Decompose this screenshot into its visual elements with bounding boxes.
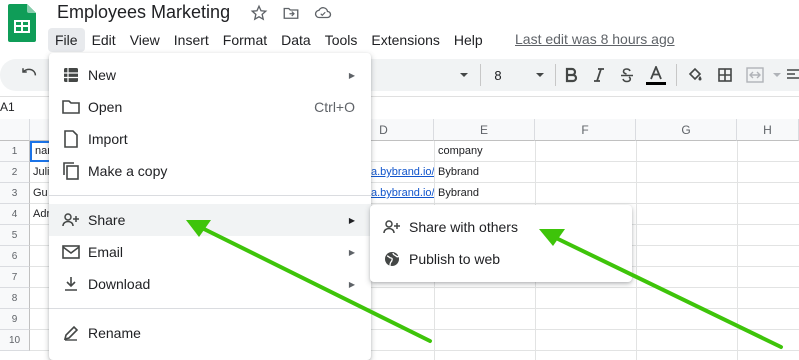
font-dropdown-chevron-icon[interactable] <box>456 63 472 87</box>
cell-d3[interactable]: a.bybrand.io/i <box>371 183 434 204</box>
file-menu: New ▶ Open Ctrl+O Import Make a copy Sha… <box>49 53 371 360</box>
row-header[interactable]: 5 <box>0 225 30 246</box>
menu-separator <box>49 308 371 309</box>
menu-format[interactable]: Format <box>216 28 274 52</box>
cell-a2[interactable]: Juli <box>30 162 49 183</box>
menu-view[interactable]: View <box>123 28 167 52</box>
undo-icon[interactable] <box>18 63 40 87</box>
column-header-e[interactable]: E <box>434 119 535 141</box>
new-spreadsheet-icon <box>62 66 80 84</box>
menu-item-label: Email <box>88 244 124 260</box>
cell-a3[interactable]: Gu <box>30 183 49 204</box>
share-submenu: Share with others Publish to web <box>370 205 632 282</box>
download-icon <box>62 275 80 293</box>
toolbar-divider <box>555 64 556 86</box>
menu-item-make-copy[interactable]: Make a copy <box>49 155 371 187</box>
email-icon <box>62 243 80 261</box>
move-folder-icon[interactable] <box>282 4 300 22</box>
name-box[interactable]: A1 <box>0 100 15 114</box>
menu-item-shortcut: Ctrl+O <box>314 99 355 115</box>
submenu-item-share-with-others[interactable]: Share with others <box>370 211 632 243</box>
menu-help[interactable]: Help <box>447 28 490 52</box>
submenu-arrow-icon: ▶ <box>348 215 355 225</box>
strikethrough-icon[interactable] <box>616 63 638 87</box>
cloud-status-icon[interactable] <box>314 4 332 22</box>
submenu-item-publish-to-web[interactable]: Publish to web <box>370 243 632 275</box>
row-header[interactable]: 8 <box>0 288 30 309</box>
bold-icon[interactable] <box>560 63 582 87</box>
menu-item-open[interactable]: Open Ctrl+O <box>49 91 371 123</box>
submenu-arrow-icon: ▶ <box>348 70 355 80</box>
grid-line <box>636 141 637 360</box>
font-size-value[interactable]: 8 <box>486 63 510 87</box>
menu-item-download[interactable]: Download ▶ <box>49 268 371 300</box>
document-title[interactable]: Employees Marketing <box>57 2 230 23</box>
last-edit-link[interactable]: Last edit was 8 hours ago <box>515 31 675 47</box>
menu-tools[interactable]: Tools <box>318 28 365 52</box>
row-header[interactable]: 10 <box>0 330 30 351</box>
menu-item-label: Share <box>88 212 126 228</box>
merge-cells-icon[interactable] <box>744 63 766 87</box>
column-header-g[interactable]: G <box>636 119 737 141</box>
font-size-chevron-icon[interactable] <box>532 63 548 87</box>
cell-d2[interactable]: a.bybrand.io/c <box>371 162 434 183</box>
pencil-icon <box>62 324 80 342</box>
menu-extensions[interactable]: Extensions <box>364 28 446 52</box>
share-person-add-icon <box>62 211 80 229</box>
row-header[interactable]: 1 <box>0 141 30 162</box>
cell-a4[interactable]: Adr <box>30 204 49 225</box>
fill-color-icon[interactable] <box>684 63 706 87</box>
copy-icon <box>62 162 80 180</box>
menu-data[interactable]: Data <box>274 28 318 52</box>
menu-edit[interactable]: Edit <box>85 28 123 52</box>
menu-item-email[interactable]: Email ▶ <box>49 236 371 268</box>
menu-separator <box>49 195 371 196</box>
submenu-item-label: Publish to web <box>409 251 501 267</box>
row-header[interactable]: 7 <box>0 267 30 288</box>
menu-item-label: Make a copy <box>88 163 168 179</box>
column-header-f[interactable]: F <box>535 119 636 141</box>
menu-item-new[interactable]: New ▶ <box>49 59 371 91</box>
menubar: File Edit View Insert Format Data Tools … <box>48 28 490 52</box>
merge-chevron-icon[interactable] <box>770 63 784 87</box>
menu-insert[interactable]: Insert <box>167 28 216 52</box>
menu-item-share[interactable]: Share ▶ <box>49 204 371 236</box>
text-color-icon[interactable] <box>645 63 667 87</box>
text-color-swatch <box>646 81 666 85</box>
share-person-add-icon <box>383 218 401 236</box>
row-header[interactable]: 2 <box>0 162 30 183</box>
toolbar-divider <box>676 64 677 86</box>
row-header[interactable]: 4 <box>0 204 30 225</box>
submenu-arrow-icon: ▶ <box>348 279 355 289</box>
italic-icon[interactable] <box>588 63 610 87</box>
submenu-arrow-icon: ▶ <box>348 247 355 257</box>
file-icon <box>62 130 80 148</box>
star-icon[interactable] <box>250 4 268 22</box>
menu-item-import[interactable]: Import <box>49 123 371 155</box>
menu-item-label: Import <box>88 131 128 147</box>
menu-item-label: Download <box>88 276 151 292</box>
sheets-logo-icon[interactable] <box>8 4 36 42</box>
folder-icon <box>62 98 80 116</box>
grid-line <box>737 141 738 360</box>
submenu-item-label: Share with others <box>409 219 518 235</box>
menu-item-label: Rename <box>88 325 141 341</box>
toolbar-divider <box>480 64 481 86</box>
menu-file[interactable]: File <box>48 28 85 52</box>
row-header[interactable]: 9 <box>0 309 30 330</box>
menu-item-label: New <box>88 67 117 83</box>
cell-e2[interactable]: Bybrand <box>435 162 535 183</box>
select-all-corner[interactable] <box>0 119 30 141</box>
borders-icon[interactable] <box>714 63 736 87</box>
row-header[interactable]: 3 <box>0 183 30 204</box>
cell-e3[interactable]: Bybrand <box>435 183 535 204</box>
row-header[interactable]: 6 <box>0 246 30 267</box>
menu-item-rename[interactable]: Rename <box>49 317 371 349</box>
globe-icon <box>383 250 401 268</box>
menu-item-label: Open <box>88 99 123 115</box>
column-header-h[interactable]: H <box>737 119 799 141</box>
cell-e1[interactable]: company <box>435 141 535 162</box>
align-icon[interactable] <box>786 63 799 87</box>
